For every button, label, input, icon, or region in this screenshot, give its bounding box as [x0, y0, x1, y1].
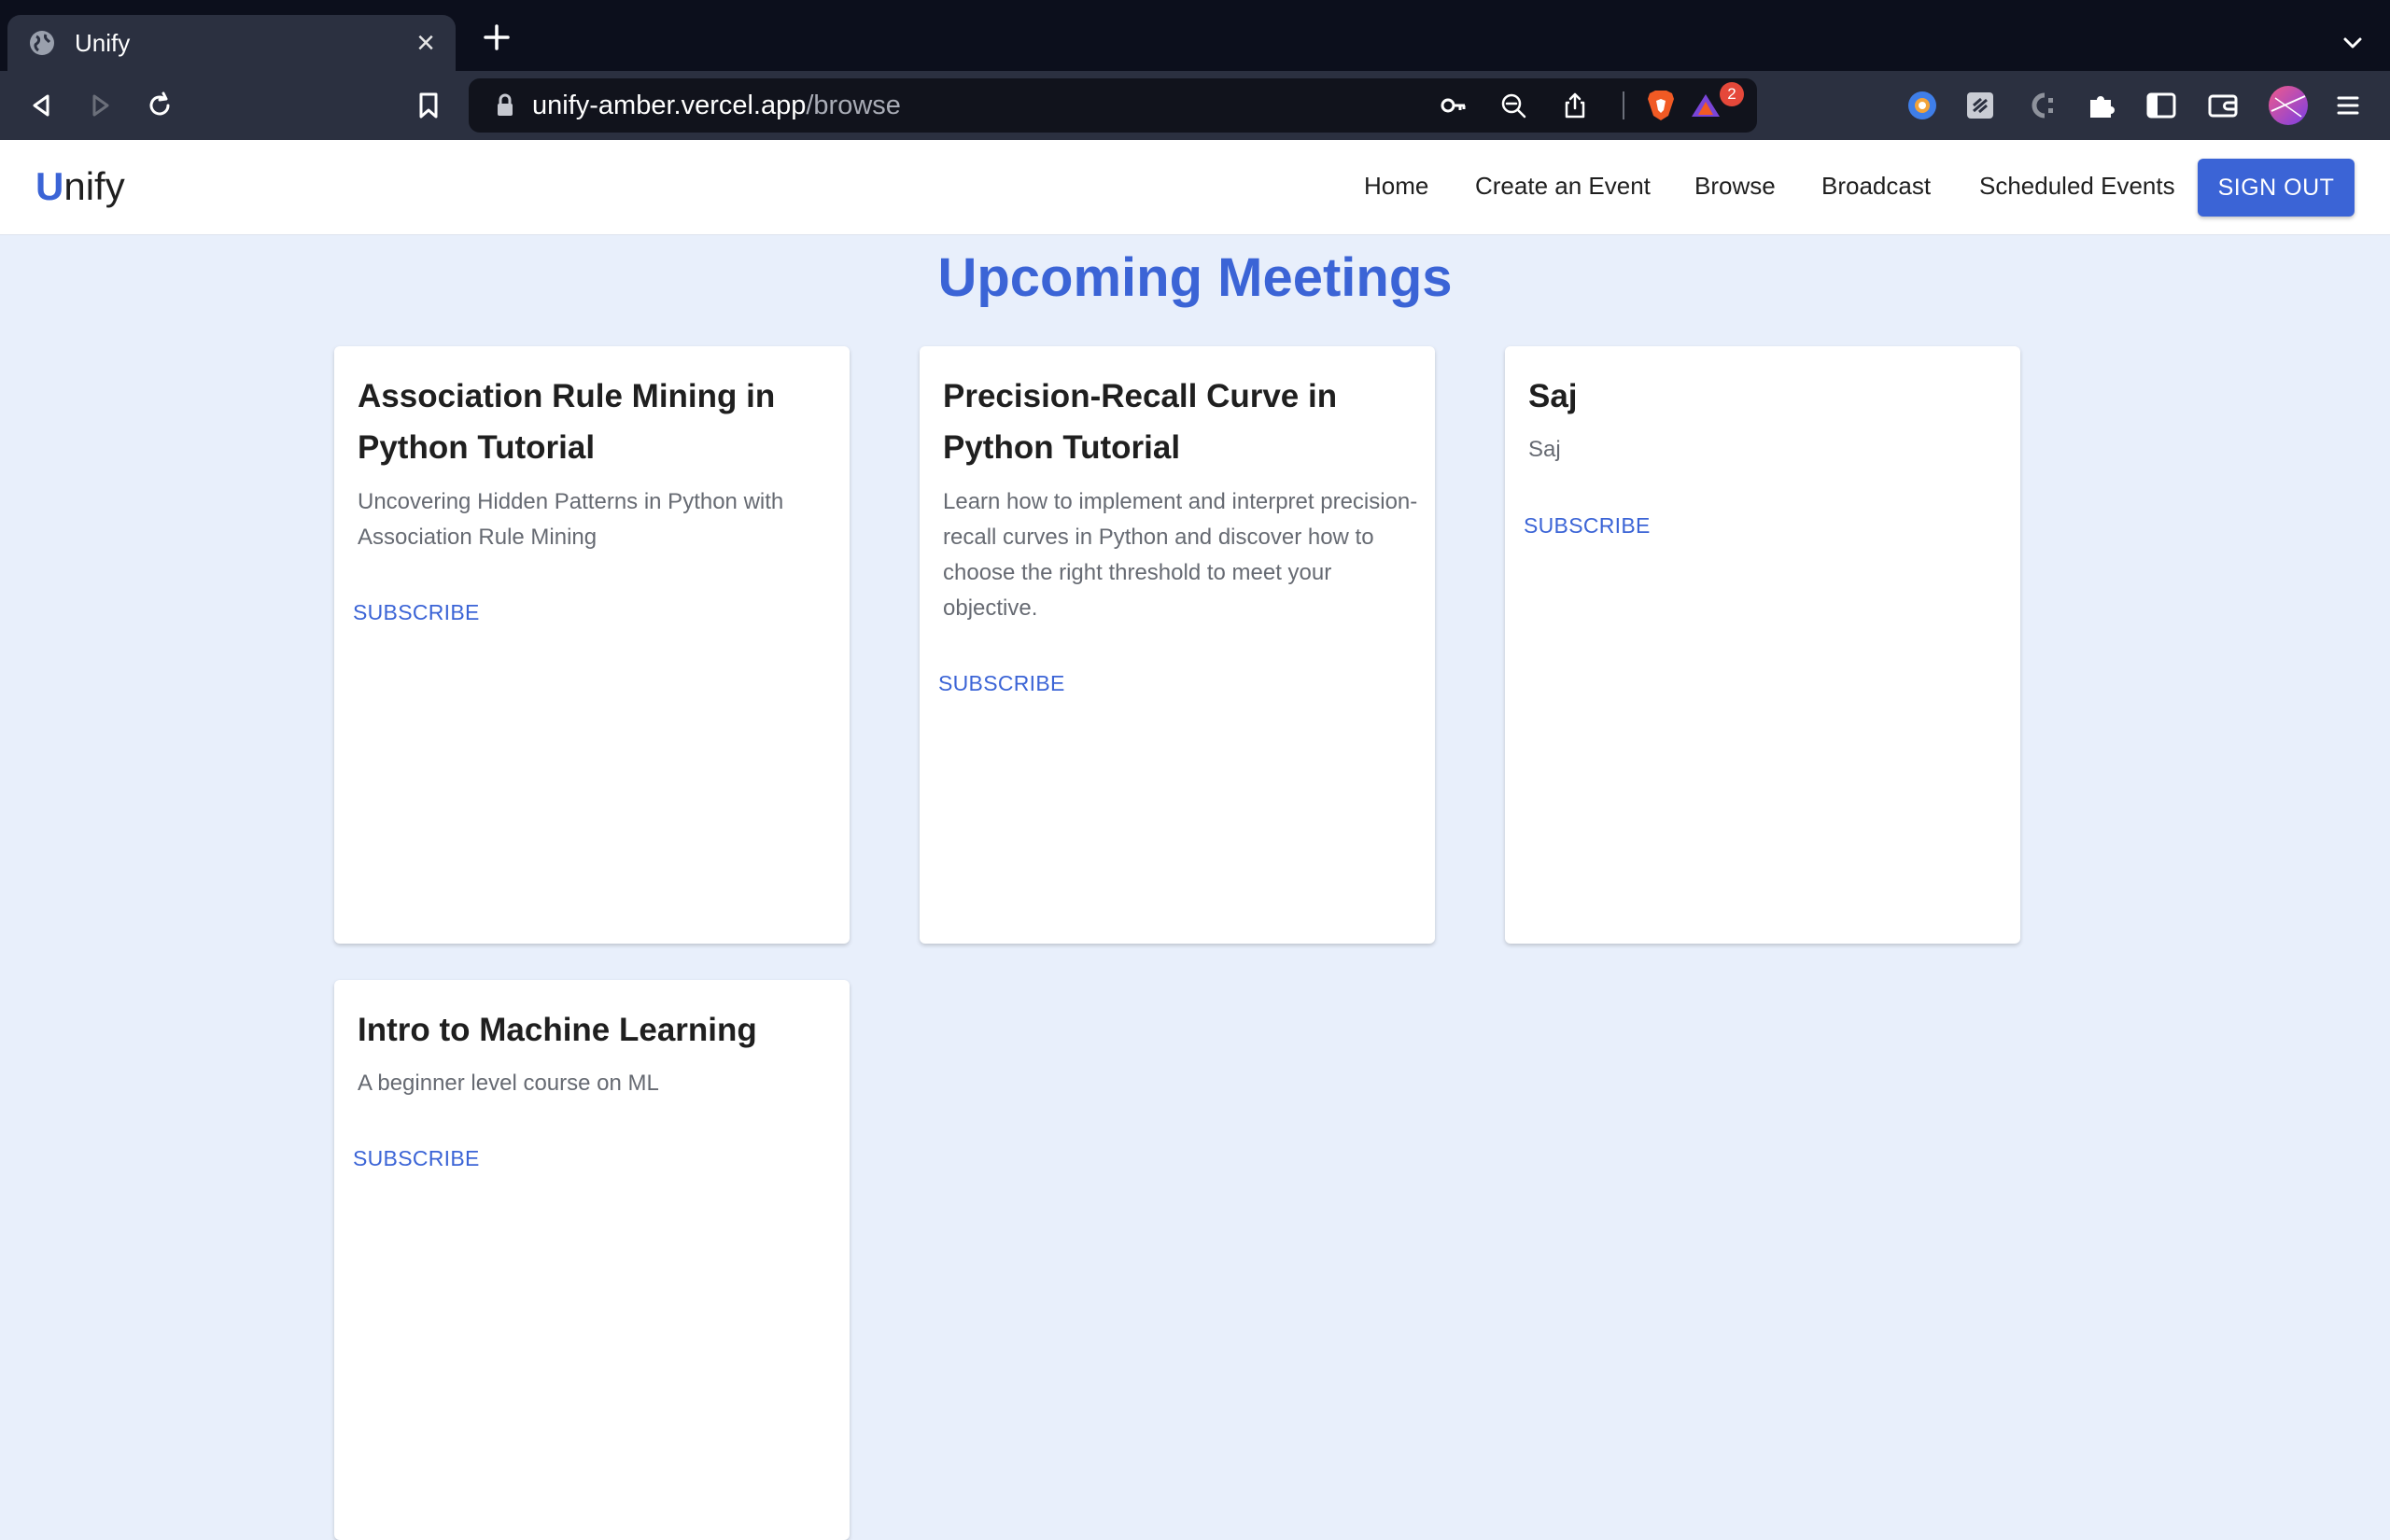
nav-broadcast[interactable]: Broadcast: [1821, 172, 1931, 201]
event-card: Saj Saj SUBSCRIBE: [1505, 346, 2020, 944]
card-title: Saj: [1528, 378, 1578, 414]
logo-letter: U: [35, 164, 64, 208]
card-description: Saj: [1528, 437, 1561, 462]
browser-tab-bar: Unify ×: [0, 0, 2390, 71]
subscribe-button[interactable]: SUBSCRIBE: [938, 671, 1065, 696]
nav-browse[interactable]: Browse: [1694, 172, 1776, 201]
chevron-down-icon[interactable]: [2334, 24, 2371, 62]
key-icon[interactable]: [1436, 88, 1471, 123]
address-bar[interactable]: unify-amber.vercel.app/browse 2: [469, 78, 1757, 133]
page-title: Upcoming Meetings: [937, 247, 1453, 308]
menu-icon[interactable]: [2327, 84, 2369, 127]
code-extension-icon[interactable]: [2020, 84, 2063, 127]
browser-tab[interactable]: Unify ×: [7, 15, 456, 71]
card-title: Association Rule Mining in Python Tutori…: [358, 378, 776, 466]
card-description: Learn how to implement and interpret pre…: [943, 489, 1418, 621]
new-tab-icon[interactable]: [480, 21, 513, 54]
sign-out-button[interactable]: SIGN OUT: [2198, 159, 2355, 217]
bookmark-icon[interactable]: [407, 84, 450, 127]
sidebar-icon[interactable]: [2140, 84, 2183, 127]
card-description: A beginner level course on ML: [358, 1071, 659, 1096]
browser-toolbar: unify-amber.vercel.app/browse 2: [0, 71, 2390, 140]
brave-rewards-icon[interactable]: [1688, 88, 1723, 123]
notification-badge: 2: [1720, 82, 1744, 106]
avatar[interactable]: [2267, 84, 2310, 127]
url-domain: unify-amber.vercel.app: [532, 91, 807, 120]
extension-icon[interactable]: [1901, 84, 1944, 127]
event-card: Association Rule Mining in Python Tutori…: [334, 346, 850, 944]
nav-home[interactable]: Home: [1364, 172, 1428, 201]
app-header: Unify Home Create an Event Browse Broadc…: [0, 140, 2390, 235]
address-bar-divider: [1623, 91, 1624, 119]
globe-icon: [28, 29, 56, 57]
reload-icon[interactable]: [138, 84, 181, 127]
wallet-icon[interactable]: [2201, 84, 2244, 127]
subscribe-button[interactable]: SUBSCRIBE: [353, 600, 480, 625]
close-tab-icon[interactable]: ×: [416, 27, 435, 59]
subscribe-button[interactable]: SUBSCRIBE: [1524, 513, 1651, 539]
zoom-out-icon[interactable]: [1496, 88, 1531, 123]
share-icon[interactable]: [1557, 88, 1593, 123]
back-icon[interactable]: [21, 84, 63, 127]
extensions-puzzle-icon[interactable]: [2080, 84, 2123, 127]
card-title: Intro to Machine Learning: [358, 1012, 757, 1048]
card-title: Precision-Recall Curve in Python Tutoria…: [943, 378, 1338, 466]
nav-create-event[interactable]: Create an Event: [1475, 172, 1651, 201]
url-path: /browse: [806, 91, 901, 120]
logo-text: nify: [63, 164, 125, 208]
lock-icon[interactable]: [491, 91, 519, 119]
card-description: Uncovering Hidden Patterns in Python wit…: [358, 489, 784, 550]
url-text[interactable]: unify-amber.vercel.app/browse: [532, 91, 901, 121]
nav-scheduled-events[interactable]: Scheduled Events: [1979, 172, 2175, 201]
tab-title: Unify: [75, 28, 131, 57]
forward-icon[interactable]: [78, 84, 121, 127]
notes-extension-icon[interactable]: [1959, 84, 2002, 127]
logo[interactable]: Unify: [35, 164, 125, 209]
event-card: Precision-Recall Curve in Python Tutoria…: [920, 346, 1435, 944]
subscribe-button[interactable]: SUBSCRIBE: [353, 1146, 480, 1171]
event-card: Intro to Machine Learning A beginner lev…: [334, 980, 850, 1540]
brave-shields-icon[interactable]: [1643, 88, 1679, 123]
